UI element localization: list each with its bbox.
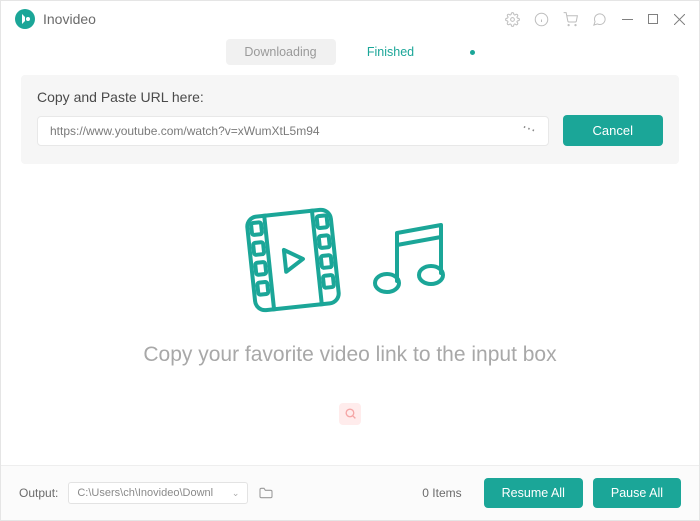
settings-gear-icon[interactable] [505,12,520,27]
app-logo-icon [15,9,35,29]
tab-indicator-dot [470,50,475,55]
title-left: Inovideo [15,9,96,29]
url-value: https://www.youtube.com/watch?v=xWumXtL5… [50,124,320,138]
tab-bar: Downloading Finished [1,33,699,75]
app-window: Inovideo D [0,0,700,521]
tab-downloading[interactable]: Downloading [226,39,336,65]
output-path-text: C:\Users\ch\Inovideo\Downl [77,487,213,499]
items-count: 0 Items [422,486,461,500]
resume-all-button[interactable]: Resume All [484,478,583,508]
titlebar: Inovideo [1,1,699,33]
output-path-field[interactable]: C:\Users\ch\Inovideo\Downl ⌄ [68,482,248,504]
film-icon [243,205,343,315]
url-input[interactable]: https://www.youtube.com/watch?v=xWumXtL5… [37,116,549,146]
search-watermark-icon [339,403,361,425]
footer: Output: C:\Users\ch\Inovideo\Downl ⌄ 0 I… [1,465,699,520]
main-content: Copy your favorite video link to the inp… [1,164,699,465]
info-icon[interactable] [534,12,549,27]
close-icon[interactable] [673,13,685,25]
cancel-button[interactable]: Cancel [563,115,663,146]
cart-icon[interactable] [563,12,578,27]
url-row: https://www.youtube.com/watch?v=xWumXtL5… [37,115,663,146]
open-folder-icon[interactable] [258,485,274,501]
loading-spinner-icon [522,124,536,138]
empty-illustration [243,205,457,315]
maximize-icon[interactable] [647,13,659,25]
url-label: Copy and Paste URL here: [37,89,663,105]
title-right [505,12,685,27]
empty-message: Copy your favorite video link to the inp… [143,343,556,367]
music-note-icon [367,215,457,305]
minimize-icon[interactable] [621,13,633,25]
pause-all-button[interactable]: Pause All [593,478,681,508]
output-label: Output: [19,486,58,500]
chevron-down-icon: ⌄ [232,488,240,499]
tab-finished[interactable]: Finished [336,39,446,65]
app-title: Inovideo [43,11,96,27]
url-panel: Copy and Paste URL here: https://www.you… [21,75,679,164]
feedback-icon[interactable] [592,12,607,27]
